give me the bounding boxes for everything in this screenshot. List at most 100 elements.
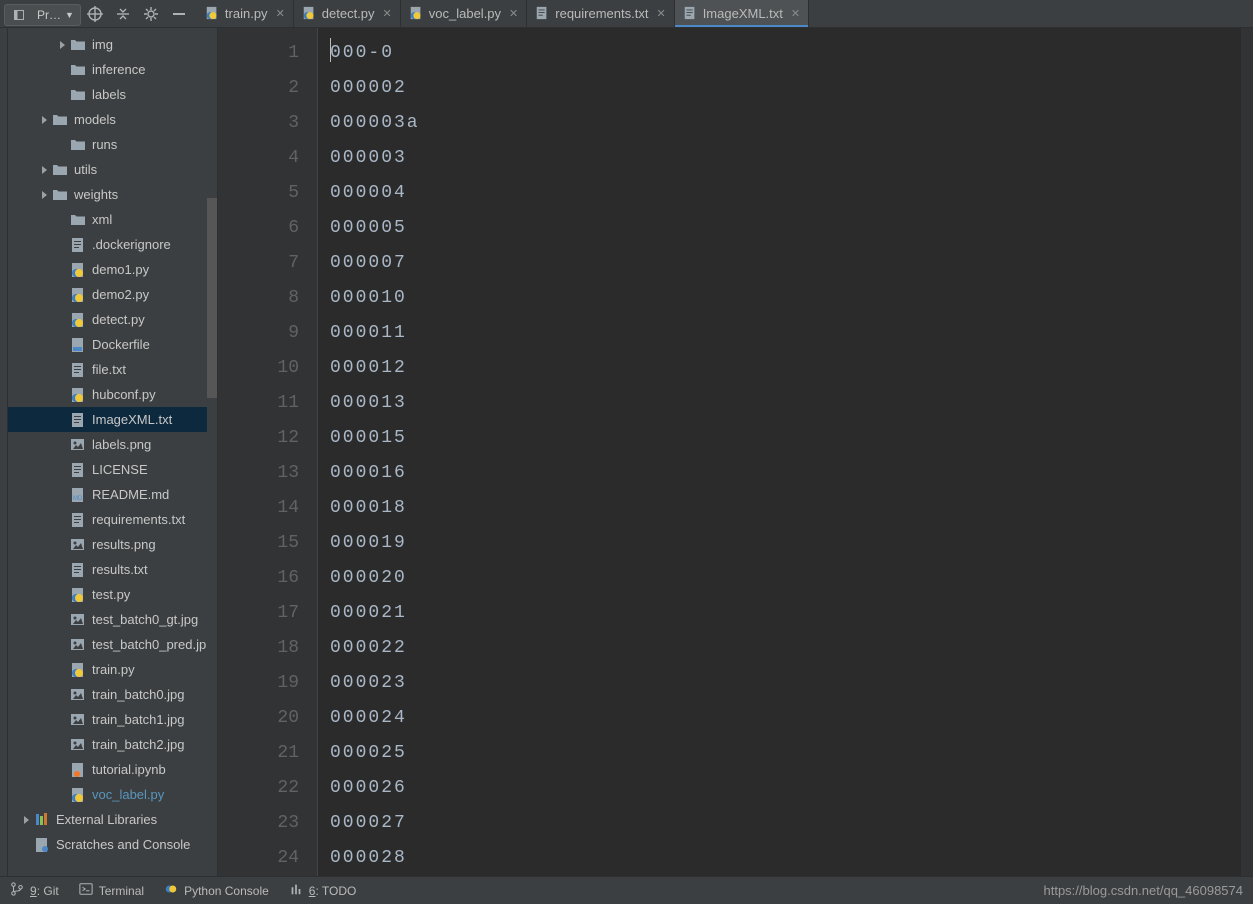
status-python-console[interactable]: Python Console: [164, 882, 269, 899]
code-line[interactable]: 000028: [330, 841, 1241, 876]
tree-node[interactable]: tutorial.ipynb: [8, 757, 217, 782]
code-line[interactable]: 000027: [330, 806, 1241, 841]
tree-node[interactable]: .dockerignore: [8, 232, 217, 257]
code-line[interactable]: 000015: [330, 421, 1241, 456]
tree-node-label: demo1.py: [92, 262, 149, 277]
tree-node[interactable]: train.py: [8, 657, 217, 682]
line-number: 10: [218, 351, 299, 386]
line-number: 5: [218, 176, 299, 211]
tree-node[interactable]: ImageXML.txt: [8, 407, 217, 432]
tree-scrollbar[interactable]: [207, 28, 217, 876]
code-line[interactable]: 000026: [330, 771, 1241, 806]
code-line[interactable]: 000012: [330, 351, 1241, 386]
editor[interactable]: 123456789101112131415161718192021222324 …: [218, 28, 1253, 876]
code-line[interactable]: 000025: [330, 736, 1241, 771]
tree-node[interactable]: demo1.py: [8, 257, 217, 282]
tree-node[interactable]: xml: [8, 207, 217, 232]
code-line[interactable]: 000010: [330, 281, 1241, 316]
tree-scrollbar-thumb[interactable]: [207, 198, 217, 398]
project-view-selector[interactable]: Pr… ▼: [4, 4, 81, 26]
code-line[interactable]: 000016: [330, 456, 1241, 491]
tree-node[interactable]: runs: [8, 132, 217, 157]
tab-detect-py[interactable]: detect.py ✕: [294, 0, 401, 27]
left-tool-strip[interactable]: [0, 28, 8, 876]
code-line[interactable]: 000004: [330, 176, 1241, 211]
txt-icon: [70, 412, 86, 428]
tree-node[interactable]: inference: [8, 57, 217, 82]
tree-node[interactable]: test.py: [8, 582, 217, 607]
tree-node-label: xml: [92, 212, 112, 227]
status-terminal[interactable]: Terminal: [79, 882, 144, 899]
settings-button[interactable]: [137, 0, 165, 28]
code-line[interactable]: 000-0: [330, 36, 1241, 71]
code-line[interactable]: 000021: [330, 596, 1241, 631]
expand-arrow-icon[interactable]: [36, 190, 52, 200]
expand-arrow-icon[interactable]: [36, 115, 52, 125]
tree-node[interactable]: weights: [8, 182, 217, 207]
tree-node[interactable]: test_batch0_gt.jpg: [8, 607, 217, 632]
tree-node-label: weights: [74, 187, 118, 202]
code-line[interactable]: 000022: [330, 631, 1241, 666]
tree-node[interactable]: Dockerfile: [8, 332, 217, 357]
expand-arrow-icon[interactable]: [36, 165, 52, 175]
tab-ImageXML-txt[interactable]: ImageXML.txt ✕: [675, 0, 809, 27]
code-line[interactable]: 000018: [330, 491, 1241, 526]
code-line[interactable]: 000023: [330, 666, 1241, 701]
editor-right-scroll[interactable]: [1241, 28, 1253, 876]
tree-node[interactable]: img: [8, 32, 217, 57]
code-line[interactable]: 000003: [330, 141, 1241, 176]
py-icon: [70, 287, 86, 303]
tab-train-py[interactable]: train.py ✕: [197, 0, 294, 27]
tree-node[interactable]: labels: [8, 82, 217, 107]
status-todo[interactable]: 6: TODO: [289, 882, 357, 899]
tree-node[interactable]: External Libraries: [8, 807, 217, 832]
code-line[interactable]: 000024: [330, 701, 1241, 736]
project-tree[interactable]: img inference labelsmodelsrunsutils weights…: [8, 28, 217, 876]
status-git[interactable]: 9: Git: [10, 882, 59, 899]
tree-node[interactable]: Scratches and Console: [8, 832, 217, 857]
code-line[interactable]: 000002: [330, 71, 1241, 106]
tree-node-label: ImageXML.txt: [92, 412, 172, 427]
close-icon[interactable]: ✕: [656, 7, 665, 20]
tree-node[interactable]: LICENSE: [8, 457, 217, 482]
close-icon[interactable]: ✕: [276, 7, 285, 20]
code-line[interactable]: 000019: [330, 526, 1241, 561]
tree-node[interactable]: train_batch2.jpg: [8, 732, 217, 757]
tree-node[interactable]: test_batch0_pred.jp: [8, 632, 217, 657]
tab-voc_label-py[interactable]: voc_label.py ✕: [401, 0, 528, 27]
locate-file-button[interactable]: [81, 0, 109, 28]
tree-node[interactable]: hubconf.py: [8, 382, 217, 407]
hide-panel-button[interactable]: [165, 0, 193, 28]
tree-node[interactable]: results.png: [8, 532, 217, 557]
code-line[interactable]: 000020: [330, 561, 1241, 596]
editor-code[interactable]: 000-0000002000003a0000030000040000050000…: [318, 28, 1241, 876]
tab-requirements-txt[interactable]: requirements.txt ✕: [527, 0, 674, 27]
tree-node[interactable]: labels.png: [8, 432, 217, 457]
tree-node[interactable]: README.md: [8, 482, 217, 507]
tree-node[interactable]: requirements.txt: [8, 507, 217, 532]
expand-arrow-icon[interactable]: [18, 815, 34, 825]
close-icon[interactable]: ✕: [509, 7, 518, 20]
tree-node-label: inference: [92, 62, 145, 77]
code-line[interactable]: 000005: [330, 211, 1241, 246]
tree-node[interactable]: voc_label.py: [8, 782, 217, 807]
tree-node[interactable]: utils: [8, 157, 217, 182]
tree-node[interactable]: train_batch0.jpg: [8, 682, 217, 707]
collapse-all-button[interactable]: [109, 0, 137, 28]
tree-node[interactable]: models: [8, 107, 217, 132]
tree-node[interactable]: results.txt: [8, 557, 217, 582]
code-line[interactable]: 000011: [330, 316, 1241, 351]
close-icon[interactable]: ✕: [791, 7, 800, 20]
tree-node[interactable]: file.txt: [8, 357, 217, 382]
code-line[interactable]: 000013: [330, 386, 1241, 421]
tree-node[interactable]: demo2.py: [8, 282, 217, 307]
tree-node[interactable]: detect.py: [8, 307, 217, 332]
tree-node-label: file.txt: [92, 362, 126, 377]
code-line[interactable]: 000007: [330, 246, 1241, 281]
code-line[interactable]: 000003a: [330, 106, 1241, 141]
close-icon[interactable]: ✕: [383, 7, 392, 20]
tree-node-label: labels.png: [92, 437, 151, 452]
tree-node[interactable]: train_batch1.jpg: [8, 707, 217, 732]
python-console-icon: [164, 882, 178, 899]
expand-arrow-icon[interactable]: [54, 40, 70, 50]
